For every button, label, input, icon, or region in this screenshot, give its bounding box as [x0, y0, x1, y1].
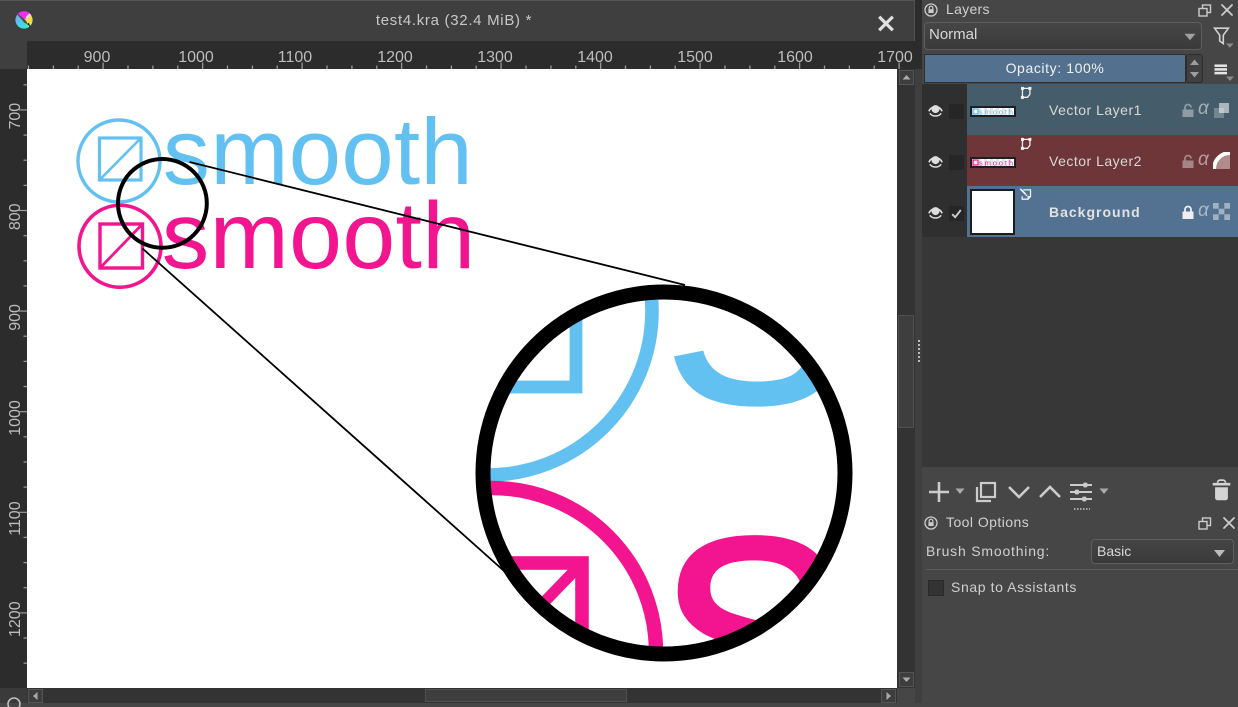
svg-text:1200: 1200 — [7, 601, 24, 637]
svg-text:1300: 1300 — [477, 49, 513, 66]
svg-text:1200: 1200 — [377, 49, 413, 66]
svg-text:1000: 1000 — [178, 49, 214, 66]
svg-text:1400: 1400 — [577, 49, 613, 66]
svg-text:900: 900 — [84, 49, 111, 66]
svg-text:1100: 1100 — [7, 501, 24, 536]
svg-text:1700: 1700 — [877, 49, 913, 66]
svg-text:1600: 1600 — [777, 49, 813, 66]
svg-text:1500: 1500 — [677, 49, 713, 66]
svg-text:smooth: smooth — [979, 108, 1013, 115]
svg-text:700: 700 — [7, 103, 24, 130]
svg-text:800: 800 — [7, 203, 24, 230]
svg-text:1000: 1000 — [7, 400, 24, 436]
svg-text:smooth: smooth — [979, 159, 1013, 166]
svg-text:1100: 1100 — [278, 49, 313, 66]
svg-text:900: 900 — [7, 304, 24, 331]
